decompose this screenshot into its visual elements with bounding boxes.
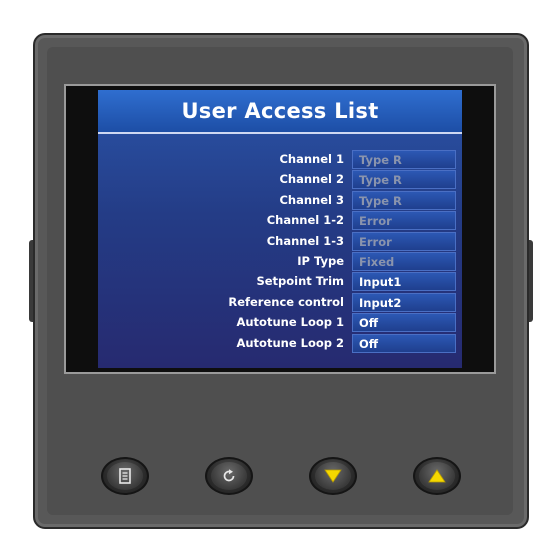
down-arrow-icon xyxy=(324,469,342,483)
access-row[interactable]: Autotune Loop 1 Off xyxy=(98,313,462,333)
access-row-value[interactable]: Off xyxy=(352,313,456,333)
display-screen: User Access List Channel 1 Type R Channel … xyxy=(98,90,462,368)
access-row[interactable]: Channel 1 Type R xyxy=(98,150,462,169)
access-row-label: Reference control xyxy=(228,294,344,309)
access-row-value[interactable]: Input2 xyxy=(352,292,456,312)
page-title: User Access List xyxy=(181,99,379,123)
scroll-key[interactable] xyxy=(205,457,253,495)
access-row[interactable]: IP Type Fixed xyxy=(98,252,462,271)
access-row-label: Setpoint Trim xyxy=(256,274,344,289)
access-row-value[interactable]: Off xyxy=(352,333,456,353)
access-row-value[interactable]: Error xyxy=(352,231,456,251)
access-row-label: IP Type xyxy=(297,254,344,268)
access-row-value[interactable]: Type R xyxy=(352,150,456,169)
access-row-label: Channel 1-2 xyxy=(266,213,344,228)
access-row-label: Channel 1 xyxy=(279,152,344,166)
scroll-icon xyxy=(223,469,235,482)
access-row[interactable]: Autotune Loop 2 Off xyxy=(98,333,462,353)
access-row[interactable]: Channel 1-3 Error xyxy=(98,231,462,251)
access-row[interactable]: Channel 1-2 Error xyxy=(98,211,462,231)
title-bar: User Access List xyxy=(98,90,462,134)
access-row-value[interactable]: Type R xyxy=(352,170,456,190)
access-row[interactable]: Channel 2 Type R xyxy=(98,170,462,190)
up-arrow-icon xyxy=(428,469,446,483)
access-row[interactable]: Setpoint Trim Input1 xyxy=(98,272,462,292)
access-row-label: Channel 3 xyxy=(279,192,344,207)
page-icon xyxy=(119,468,131,484)
access-row[interactable]: Channel 3 Type R xyxy=(98,190,462,210)
access-row-label: Autotune Loop 1 xyxy=(236,315,344,330)
up-key[interactable] xyxy=(413,457,461,495)
access-row[interactable]: Reference control Input2 xyxy=(98,292,462,312)
down-key[interactable] xyxy=(309,457,357,495)
access-row-value[interactable]: Type R xyxy=(352,190,456,210)
access-row-value[interactable]: Input1 xyxy=(352,272,456,292)
access-row-label: Channel 2 xyxy=(279,172,344,187)
page-key[interactable] xyxy=(101,457,149,495)
access-row-value[interactable]: Fixed xyxy=(352,252,456,271)
access-row-label: Channel 1-3 xyxy=(266,233,344,248)
access-row-value[interactable]: Error xyxy=(352,211,456,231)
access-row-label: Autotune Loop 2 xyxy=(236,335,344,350)
